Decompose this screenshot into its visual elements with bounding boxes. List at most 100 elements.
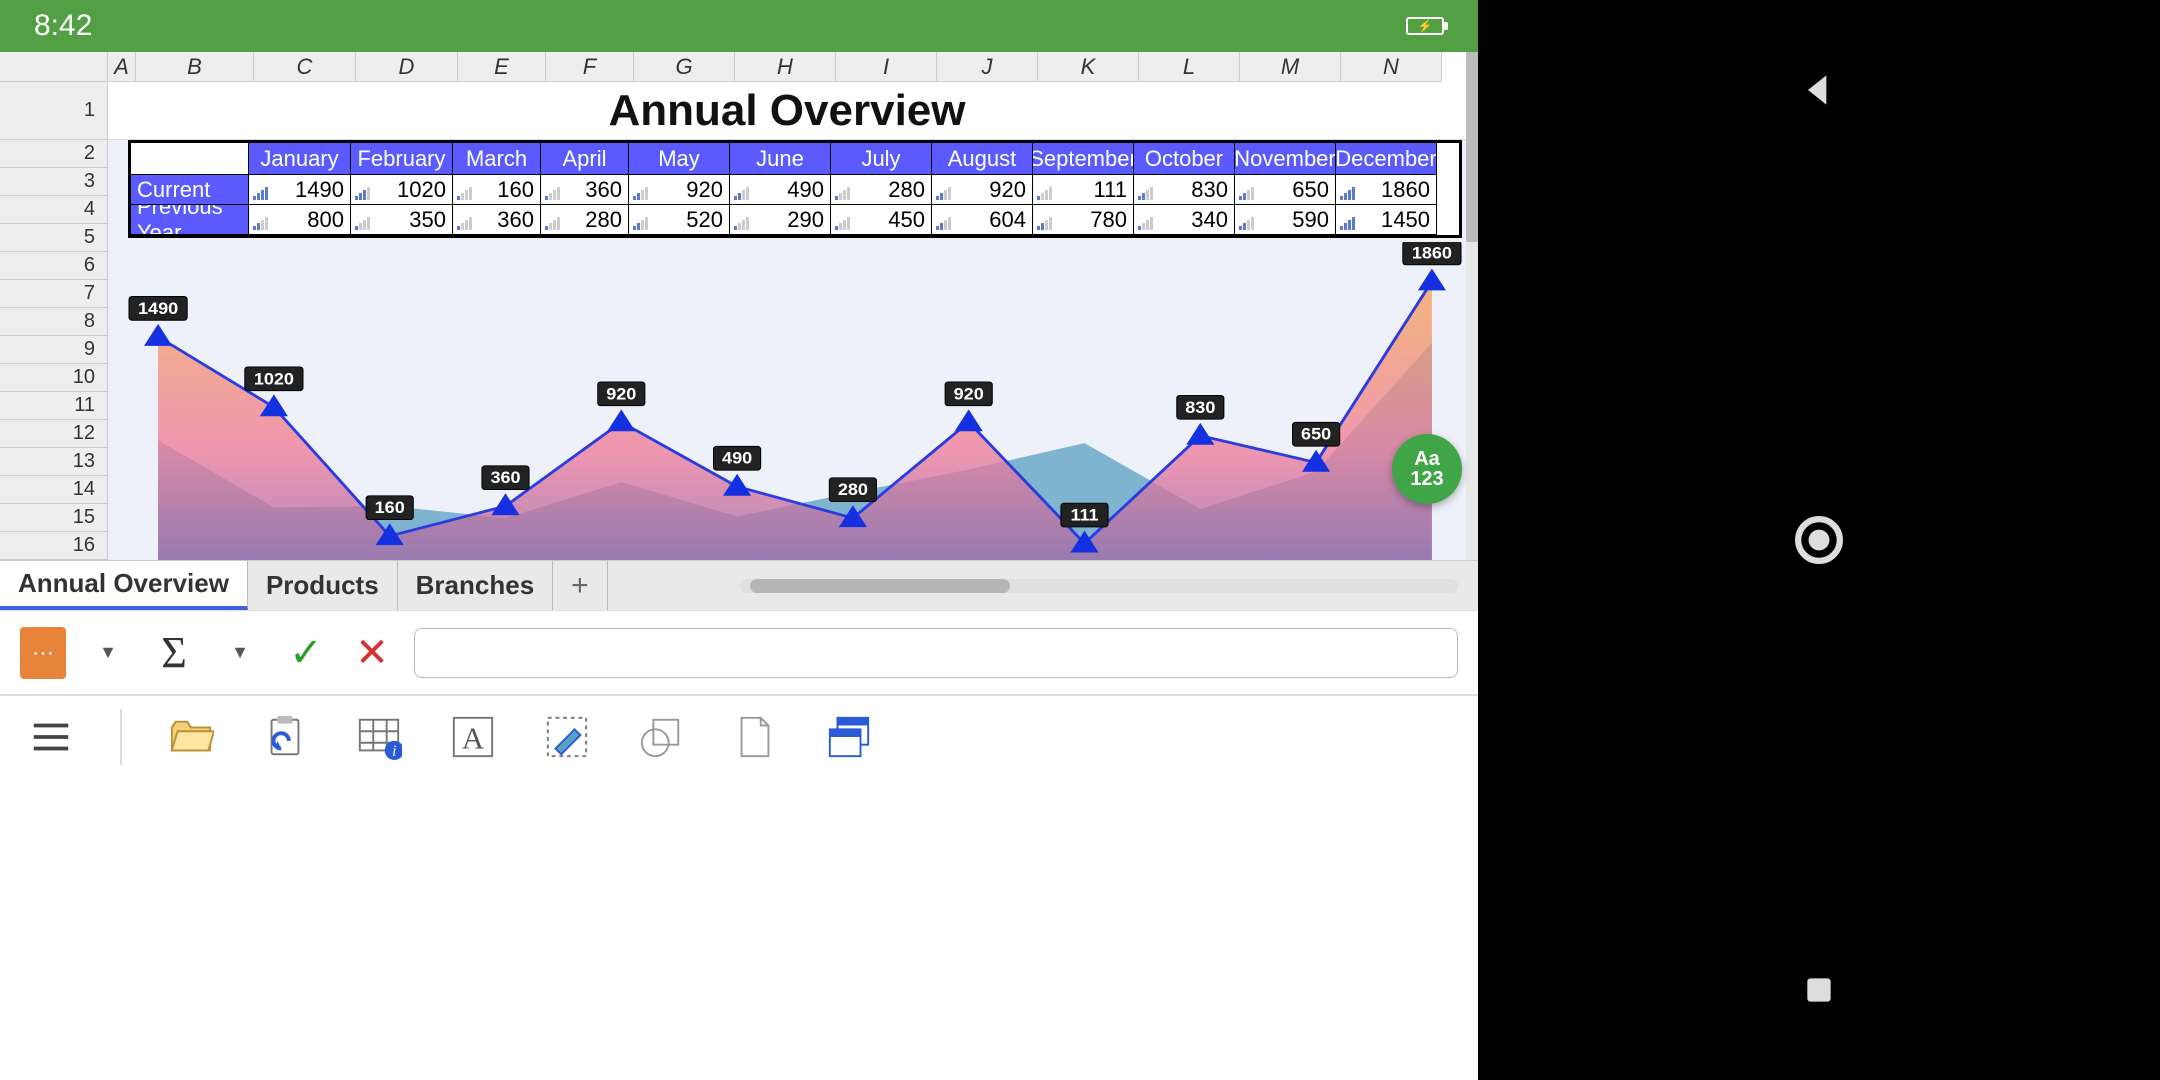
column-header[interactable]: I — [836, 52, 937, 82]
row-header[interactable]: 4 — [0, 196, 108, 224]
column-header[interactable]: E — [458, 52, 546, 82]
row-header[interactable]: 15 — [0, 504, 108, 532]
clipboard-undo-icon[interactable] — [260, 712, 310, 762]
month-header[interactable]: June — [730, 143, 831, 175]
row-label[interactable]: Current — [131, 175, 249, 205]
row-header[interactable]: 11 — [0, 392, 108, 420]
keyboard-toggle-fab[interactable]: Aa 123 — [1392, 434, 1462, 504]
row-header[interactable]: 6 — [0, 252, 108, 280]
autosum-button[interactable]: Σ — [150, 629, 198, 677]
row-header[interactable]: 5 — [0, 224, 108, 252]
data-table[interactable]: JanuaryFebruaryMarchAprilMayJuneJulyAugu… — [128, 140, 1462, 238]
data-cell[interactable]: 360 — [453, 205, 541, 235]
column-header[interactable]: C — [254, 52, 356, 82]
month-header[interactable]: March — [453, 143, 541, 175]
row-header[interactable]: 12 — [0, 420, 108, 448]
folder-open-icon[interactable] — [166, 712, 216, 762]
column-header[interactable]: A — [108, 52, 136, 82]
row-header[interactable]: 9 — [0, 336, 108, 364]
recent-apps-icon[interactable] — [1789, 960, 1849, 1020]
accept-formula-button[interactable]: ✓ — [282, 629, 330, 677]
back-icon[interactable] — [1789, 60, 1849, 120]
select-all-corner[interactable] — [0, 52, 108, 82]
column-header[interactable]: B — [136, 52, 254, 82]
month-header[interactable]: May — [629, 143, 730, 175]
name-box-dropdown[interactable]: ▼ — [84, 629, 132, 677]
data-cell[interactable]: 450 — [831, 205, 932, 235]
data-cell[interactable]: 520 — [629, 205, 730, 235]
column-header[interactable]: N — [1341, 52, 1442, 82]
data-cell[interactable]: 1860 — [1336, 175, 1437, 205]
row-header[interactable]: 10 — [0, 364, 108, 392]
month-header[interactable]: October — [1134, 143, 1235, 175]
row-header[interactable]: 7 — [0, 280, 108, 308]
shape-circle-icon[interactable] — [636, 712, 686, 762]
data-cell[interactable]: 920 — [629, 175, 730, 205]
data-cell[interactable]: 360 — [541, 175, 629, 205]
data-cell[interactable]: 490 — [730, 175, 831, 205]
month-header[interactable]: January — [249, 143, 351, 175]
add-sheet-button[interactable]: + — [553, 561, 608, 610]
data-cell[interactable]: 780 — [1033, 205, 1134, 235]
column-header[interactable]: J — [937, 52, 1038, 82]
data-cell[interactable]: 280 — [831, 175, 932, 205]
border-paint-icon[interactable] — [542, 712, 592, 762]
row-header[interactable]: 14 — [0, 476, 108, 504]
data-cell[interactable]: 340 — [1134, 205, 1235, 235]
data-cell[interactable]: 160 — [453, 175, 541, 205]
vertical-scrollbar[interactable] — [1466, 52, 1478, 560]
data-cell[interactable]: 280 — [541, 205, 629, 235]
column-header[interactable]: L — [1139, 52, 1240, 82]
menu-icon[interactable] — [26, 712, 76, 762]
window-stack-icon[interactable] — [824, 712, 874, 762]
sheet-tab[interactable]: Branches — [398, 561, 554, 610]
horizontal-scrollbar-thumb[interactable] — [750, 579, 1010, 593]
month-header[interactable]: August — [932, 143, 1033, 175]
data-cell[interactable]: 1020 — [351, 175, 453, 205]
data-cell[interactable]: 604 — [932, 205, 1033, 235]
page-icon[interactable] — [730, 712, 780, 762]
column-header[interactable]: H — [735, 52, 836, 82]
column-header[interactable]: D — [356, 52, 458, 82]
data-cell[interactable]: 590 — [1235, 205, 1336, 235]
row-header[interactable]: 8 — [0, 308, 108, 336]
month-header[interactable]: September — [1033, 143, 1134, 175]
month-header[interactable]: November — [1235, 143, 1336, 175]
formula-input[interactable] — [414, 628, 1458, 678]
row-label[interactable]: Previous Year — [131, 205, 249, 235]
column-header[interactable]: F — [546, 52, 634, 82]
data-cell[interactable]: 920 — [932, 175, 1033, 205]
home-icon[interactable] — [1789, 510, 1849, 570]
data-cell[interactable]: 111 — [1033, 175, 1134, 205]
month-header[interactable]: July — [831, 143, 932, 175]
name-box[interactable]: ⋯ — [20, 627, 66, 679]
data-cell[interactable]: 650 — [1235, 175, 1336, 205]
autosum-dropdown[interactable]: ▼ — [216, 629, 264, 677]
row-header[interactable]: 16 — [0, 532, 108, 560]
data-cell[interactable]: 1450 — [1336, 205, 1437, 235]
cancel-formula-button[interactable]: ✕ — [348, 629, 396, 677]
data-cell[interactable]: 350 — [351, 205, 453, 235]
column-header[interactable]: K — [1038, 52, 1139, 82]
column-header[interactable]: M — [1240, 52, 1341, 82]
data-cell[interactable]: 290 — [730, 205, 831, 235]
sheet-tab[interactable]: Products — [248, 561, 398, 610]
area-chart[interactable]: 149010201603609204902809201118306501860 — [128, 242, 1462, 560]
data-cell[interactable]: 830 — [1134, 175, 1235, 205]
row-header[interactable]: 3 — [0, 168, 108, 196]
font-a-icon[interactable]: A — [448, 712, 498, 762]
month-header[interactable]: December — [1336, 143, 1437, 175]
row-header[interactable]: 13 — [0, 448, 108, 476]
vertical-scrollbar-thumb[interactable] — [1466, 52, 1478, 242]
column-header[interactable]: G — [634, 52, 735, 82]
month-header[interactable]: February — [351, 143, 453, 175]
sheet-tab[interactable]: Annual Overview — [0, 561, 248, 610]
spreadsheet-grid[interactable]: ABCDEFGHIJKLMN 12 345678910 111 2 13141516 1 7… — [0, 52, 1478, 560]
row-header[interactable]: 1 — [0, 82, 108, 140]
cell-info-icon[interactable]: i — [354, 712, 404, 762]
month-header[interactable]: April — [541, 143, 629, 175]
row-header[interactable]: 2 — [0, 140, 108, 168]
data-cell[interactable]: 800 — [249, 205, 351, 235]
data-cell[interactable]: 1490 — [249, 175, 351, 205]
horizontal-scrollbar[interactable] — [740, 579, 1458, 593]
